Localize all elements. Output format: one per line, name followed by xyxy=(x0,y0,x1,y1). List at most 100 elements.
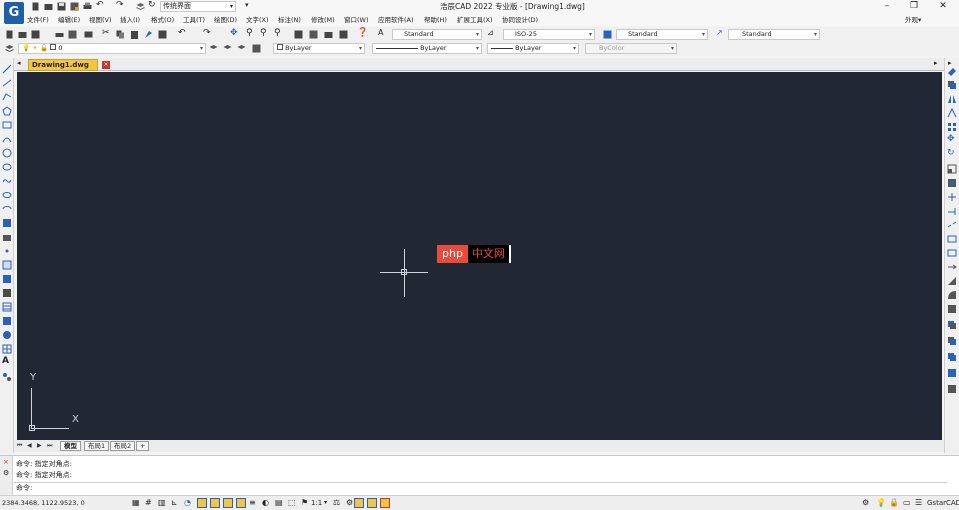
menu-draw[interactable]: 绘图(D) xyxy=(214,15,237,25)
save-icon[interactable] xyxy=(57,2,66,11)
draw-order-above-icon[interactable] xyxy=(947,352,957,362)
stretch-icon[interactable] xyxy=(947,178,957,188)
copy-object-icon[interactable] xyxy=(947,80,957,90)
point-icon[interactable] xyxy=(2,246,12,256)
table-style-icon[interactable] xyxy=(603,30,612,39)
extend-icon[interactable] xyxy=(947,206,957,216)
coordinates-readout[interactable]: 2384.3468, 1122.9523, 0 xyxy=(2,498,85,508)
new-file-icon[interactable] xyxy=(31,2,40,11)
make-block-icon[interactable] xyxy=(2,232,12,242)
copy-icon[interactable] xyxy=(116,30,125,39)
explode-icon[interactable] xyxy=(947,304,957,314)
menu-extended-tools[interactable]: 扩展工具(X) xyxy=(457,15,493,25)
break-at-point-icon[interactable] xyxy=(947,220,957,230)
menu-window[interactable]: 窗口(W) xyxy=(344,15,369,25)
customize-status-icon[interactable]: ☰ xyxy=(915,498,925,508)
appearance-menu[interactable]: 外观▾ xyxy=(905,15,921,25)
annotation-visibility-icon[interactable]: ⚑ xyxy=(301,498,311,508)
tab-drawing1[interactable]: Drawing1.dwg xyxy=(28,59,98,71)
quick-properties-icon[interactable]: ▤ xyxy=(275,498,285,508)
wipeout-icon[interactable] xyxy=(2,330,12,340)
restore-icon[interactable]: ❐ xyxy=(905,0,923,14)
layer-select[interactable]: 💡 ☀ 🔓 0 ▾ xyxy=(18,43,206,54)
lineweight-select[interactable]: ByLayer ▾ xyxy=(487,43,579,54)
next-layout-icon[interactable]: ▶ xyxy=(37,442,42,449)
menu-text[interactable]: 文字(X) xyxy=(246,15,269,25)
offset-icon[interactable] xyxy=(947,108,957,118)
tab-scroll-right-icon[interactable]: ▸ xyxy=(934,59,938,67)
publish-icon[interactable] xyxy=(84,30,93,39)
line-icon[interactable] xyxy=(2,64,12,74)
refresh-icon[interactable]: ↻ xyxy=(148,0,156,10)
menu-modify[interactable]: 修改(M) xyxy=(311,15,335,25)
isolate-objects-icon[interactable] xyxy=(354,498,364,508)
layer-state-icon[interactable] xyxy=(237,44,246,53)
block-editor-icon[interactable] xyxy=(158,30,167,39)
properties-icon[interactable] xyxy=(294,30,303,39)
menu-edit[interactable]: 编辑(E) xyxy=(58,15,80,25)
multileader-style-icon[interactable]: ↗ xyxy=(716,28,723,37)
previous-layout-icon[interactable]: ◀ xyxy=(27,442,32,449)
rectangle-icon[interactable] xyxy=(2,120,12,130)
revision-cloud-icon[interactable] xyxy=(2,162,12,172)
mirror-icon[interactable] xyxy=(947,94,957,104)
table-style-select[interactable]: Standard ▾ xyxy=(616,29,708,40)
settings-icon[interactable]: ⚙ xyxy=(862,498,872,508)
customize-quick-access-icon[interactable]: ▾ xyxy=(245,1,249,9)
undo-icon[interactable]: ↶ xyxy=(178,28,186,38)
draw-order-back-icon[interactable] xyxy=(947,336,957,346)
rotate-icon[interactable]: ↻ xyxy=(947,148,957,158)
menu-applications[interactable]: 应用软件(A) xyxy=(378,15,414,25)
join-icon[interactable] xyxy=(947,248,957,258)
scale-icon[interactable] xyxy=(947,164,957,174)
menu-format[interactable]: 格式(O) xyxy=(151,15,174,25)
erase-icon[interactable] xyxy=(947,66,957,76)
help-icon[interactable]: ❓ xyxy=(357,28,368,38)
ellipse-icon[interactable] xyxy=(2,190,12,200)
chevron-down-icon[interactable]: ▾ xyxy=(324,498,327,508)
annotation-scale[interactable]: 1:1 xyxy=(311,498,322,508)
spline-icon[interactable] xyxy=(2,176,12,186)
command-window-handle[interactable]: × ⚙ xyxy=(0,456,13,496)
paste-icon[interactable] xyxy=(130,30,139,39)
lock-ui-icon[interactable]: 🔒 xyxy=(889,498,899,508)
grid-icon[interactable]: # xyxy=(145,498,155,508)
zoom-window-icon[interactable]: ⚲ xyxy=(260,28,267,38)
tool-palette-icon[interactable] xyxy=(324,30,333,39)
text-style-select[interactable]: Standard ▾ xyxy=(392,29,482,40)
menu-insert[interactable]: 插入(I) xyxy=(120,15,140,25)
pan-icon[interactable]: ✥ xyxy=(230,28,238,38)
circle-icon[interactable] xyxy=(2,148,12,158)
draw-order-front-icon[interactable] xyxy=(947,320,957,330)
draw-order-under-icon[interactable] xyxy=(947,368,957,378)
close-icon[interactable]: ✕ xyxy=(934,0,952,14)
print-icon[interactable] xyxy=(55,30,64,39)
new-icon[interactable] xyxy=(5,30,14,39)
insert-block-icon[interactable] xyxy=(2,218,12,228)
save-as-icon[interactable] xyxy=(70,2,79,11)
menu-collaboration[interactable]: 协同设计(D) xyxy=(502,15,538,25)
ellipse-arc-icon[interactable] xyxy=(2,204,12,214)
first-layout-icon[interactable]: ⏮ xyxy=(17,442,22,450)
open-icon[interactable] xyxy=(18,30,27,39)
lineweight-display-icon[interactable]: ≡ xyxy=(249,498,259,508)
text-style-icon[interactable]: A xyxy=(378,28,383,37)
transparency-icon[interactable]: ◐ xyxy=(262,498,272,508)
array-icon[interactable] xyxy=(947,122,957,132)
polygon-icon[interactable] xyxy=(2,106,12,116)
save-icon[interactable] xyxy=(31,30,40,39)
layer-manager-icon[interactable] xyxy=(5,44,14,53)
linetype-select[interactable]: ByLayer ▾ xyxy=(372,43,482,54)
object-tracking-icon[interactable] xyxy=(210,498,220,508)
auto-scale-icon[interactable]: ⚖ xyxy=(333,498,343,508)
command-input[interactable]: 命令: xyxy=(14,482,947,494)
workspace-select[interactable]: 传统界面 ▾ xyxy=(160,1,236,12)
dim-style-select[interactable]: ISO-25 ▾ xyxy=(503,29,595,40)
chamfer-icon[interactable] xyxy=(947,262,957,272)
boundary-icon[interactable] xyxy=(2,316,12,326)
object-snap-icon[interactable] xyxy=(197,498,207,508)
trim-icon[interactable] xyxy=(947,192,957,202)
arc-icon[interactable] xyxy=(2,134,12,144)
print-preview-icon[interactable] xyxy=(68,30,77,39)
gradient-icon[interactable] xyxy=(2,274,12,284)
